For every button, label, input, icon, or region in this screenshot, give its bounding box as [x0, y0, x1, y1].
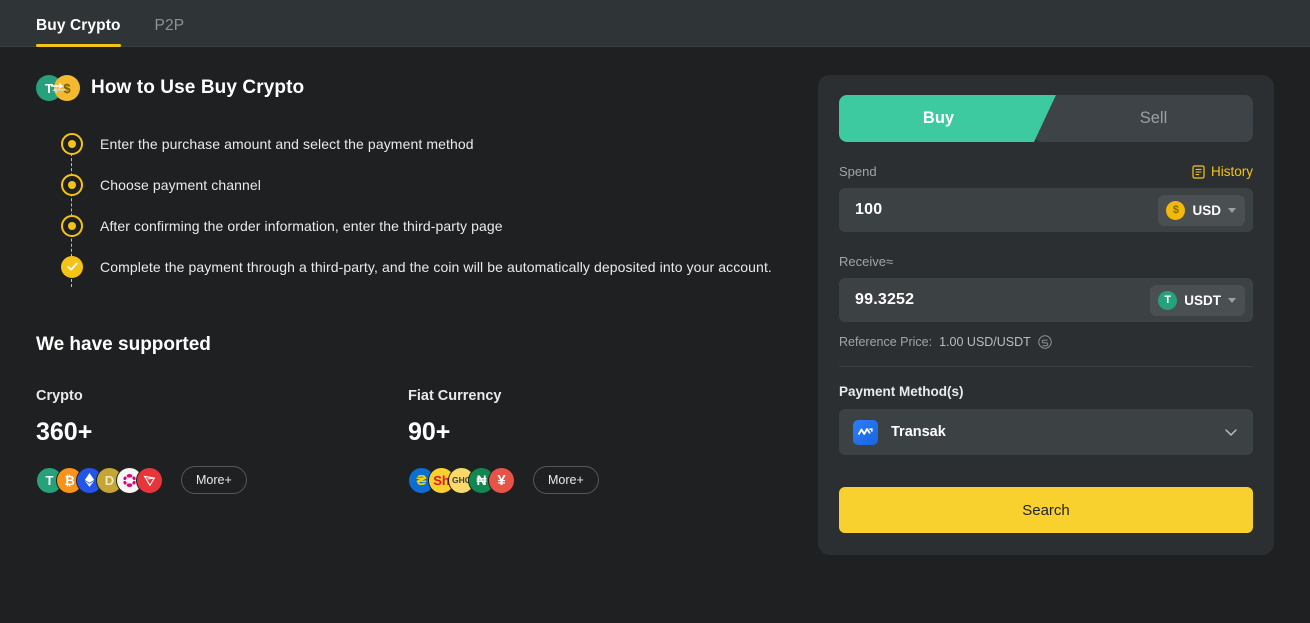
column-row: T ₿ D More+ [36, 466, 408, 494]
chevron-down-icon [1228, 207, 1236, 213]
spend-amount-input[interactable]: 100 [855, 201, 1158, 219]
column-label: Fiat Currency [408, 388, 502, 404]
buy-sell-tabs: Buy Sell [839, 95, 1253, 142]
step-text: Choose payment channel [100, 176, 261, 193]
crypto-more-button[interactable]: More+ [181, 466, 247, 494]
spend-header: Spend History [839, 164, 1253, 179]
spend-label: Spend [839, 164, 877, 179]
receive-currency-label: USDT [1184, 292, 1221, 308]
step-item: After confirming the order information, … [36, 205, 780, 246]
document-list-icon [1192, 164, 1205, 179]
reference-price-label: Reference Price: [839, 335, 933, 349]
spend-input-row[interactable]: 100 $ USD [839, 188, 1253, 232]
swap-refresh-icon[interactable] [1038, 335, 1052, 349]
usdt-coin-icon: T [1158, 290, 1178, 310]
supported-column-crypto: Crypto 360+ T ₿ D More+ [36, 388, 408, 494]
chevron-down-icon [1225, 429, 1237, 437]
supported-column-fiat: Fiat Currency 90+ ₴ Sh GHC ₦ ¥ More+ [408, 388, 780, 494]
section-divider [839, 366, 1253, 367]
tab-p2p[interactable]: P2P [155, 17, 185, 46]
howto-title: How to Use Buy Crypto [91, 77, 305, 98]
receive-input-row[interactable]: 99.3252 T USDT [839, 278, 1253, 322]
step-text: Enter the purchase amount and select the… [100, 135, 474, 152]
payment-method-dropdown[interactable]: Transak [839, 409, 1253, 455]
trade-panel-body: Spend History 100 $ USD Receive≈ 99.3252… [818, 164, 1274, 533]
fiat-coin-stack: ₴ Sh GHC ₦ ¥ [408, 466, 515, 494]
supported-title: We have supported [36, 334, 211, 355]
step-marker-check-icon [61, 255, 83, 278]
top-tab-bar: Buy Crypto P2P [0, 0, 1310, 47]
history-link[interactable]: History [1192, 164, 1253, 179]
supported-columns: Crypto 360+ T ₿ D More+ Fiat Currency 90… [36, 388, 780, 494]
step-text: Complete the payment through a third-par… [100, 258, 772, 275]
swap-coins-icon: T $ [36, 75, 80, 101]
step-marker-pending-icon [61, 214, 83, 237]
spend-currency-selector[interactable]: $ USD [1158, 194, 1245, 226]
fiat-more-button[interactable]: More+ [533, 466, 599, 494]
spend-currency-label: USD [1192, 202, 1221, 218]
column-row: ₴ Sh GHC ₦ ¥ More+ [408, 466, 780, 494]
receive-header: Receive≈ [839, 254, 1253, 269]
step-marker-pending-icon [61, 132, 83, 155]
crypto-coin-stack: T ₿ D [36, 466, 163, 494]
search-button[interactable]: Search [839, 487, 1253, 533]
trade-panel: Buy Sell Spend History 100 $ USD Receive… [818, 75, 1274, 555]
supported-section: We have supported Crypto 360+ T ₿ D More… [36, 334, 780, 494]
column-label: Crypto [36, 388, 83, 404]
howto-header: T $ How to Use Buy Crypto [36, 75, 780, 101]
column-count: 90+ [408, 418, 451, 446]
step-text: After confirming the order information, … [100, 217, 503, 234]
history-label: History [1210, 164, 1253, 179]
tab-sell[interactable]: Sell [1034, 95, 1253, 142]
reference-price-value: 1.00 USD/USDT [939, 335, 1031, 349]
transak-logo-icon [853, 419, 878, 445]
payment-method-label: Payment Method(s) [839, 384, 964, 399]
receive-amount-input[interactable]: 99.3252 [855, 291, 1150, 309]
yen-icon: ¥ [488, 466, 515, 494]
step-item: Complete the payment through a third-par… [36, 246, 780, 287]
tab-buy[interactable]: Buy [839, 95, 1056, 142]
trade-panel-column: Buy Sell Spend History 100 $ USD Receive… [780, 47, 1310, 623]
step-item: Choose payment channel [36, 164, 780, 205]
step-item: Enter the purchase amount and select the… [36, 123, 780, 164]
steps-list: Enter the purchase amount and select the… [36, 123, 780, 287]
step-marker-pending-icon [61, 173, 83, 196]
tab-buy-crypto[interactable]: Buy Crypto [36, 17, 121, 47]
page-content: T $ How to Use Buy Crypto Enter the purc… [0, 47, 1310, 623]
chevron-down-icon [1228, 297, 1236, 303]
tron-icon [136, 466, 163, 494]
payment-method-value: Transak [891, 424, 946, 440]
receive-label: Receive≈ [839, 254, 894, 269]
reference-price-row: Reference Price: 1.00 USD/USDT [839, 335, 1253, 349]
usd-coin-icon: $ [1166, 200, 1186, 220]
exchange-arrows-glyph [51, 83, 65, 93]
receive-currency-selector[interactable]: T USDT [1150, 284, 1245, 316]
info-column: T $ How to Use Buy Crypto Enter the purc… [0, 47, 780, 623]
column-count: 360+ [36, 418, 93, 446]
